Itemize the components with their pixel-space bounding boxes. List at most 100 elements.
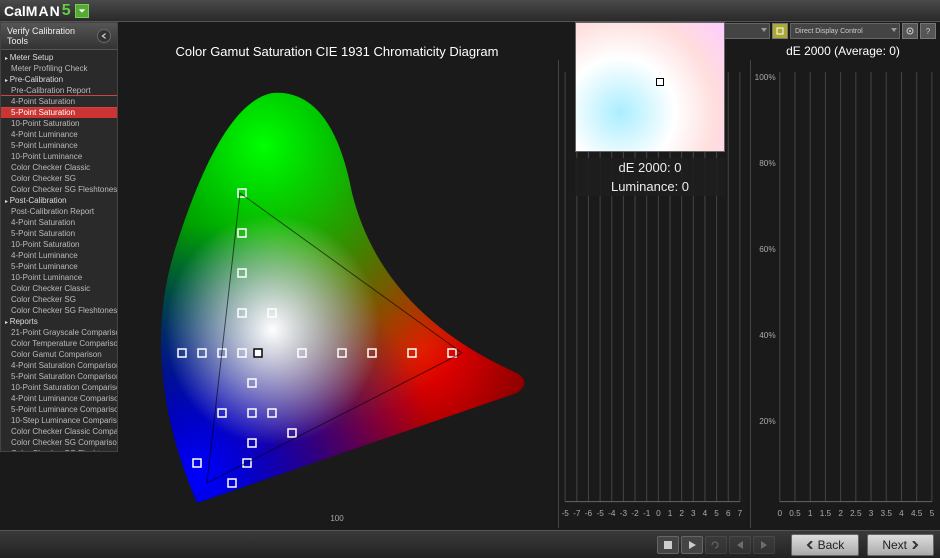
chevron-left-icon — [806, 541, 814, 549]
svg-text:2: 2 — [838, 509, 843, 518]
tree-item[interactable]: 4-Point Luminance — [1, 250, 117, 261]
tree-item[interactable]: Color Gamut Comparison — [1, 349, 117, 360]
tree-item[interactable]: Color Checker SG — [1, 294, 117, 305]
tree-item[interactable]: Color Checker Classic — [1, 162, 117, 173]
logo-suffix: 5 — [62, 2, 71, 20]
svg-text:7: 7 — [738, 509, 743, 518]
tree-item[interactable]: Color Checker SG Comparison — [1, 437, 117, 448]
tree-item[interactable]: 5-Point Luminance — [1, 261, 117, 272]
play-icon[interactable] — [681, 536, 703, 554]
svg-text:-4: -4 — [608, 509, 616, 518]
repeat-icon[interactable] — [705, 536, 727, 554]
tree-item[interactable]: Color Temperature Comparison — [1, 338, 117, 349]
app-logo: CalMAN5 — [4, 2, 71, 20]
svg-text:1: 1 — [808, 509, 813, 518]
tree-item[interactable]: Meter Profiling Check — [1, 63, 117, 74]
de2000-readout: dE 2000: 0 — [575, 158, 725, 177]
brand-bar: CalMAN5 — [0, 0, 940, 22]
svg-text:0.5: 0.5 — [789, 509, 801, 518]
tree-item[interactable]: 4-Point Saturation — [1, 217, 117, 228]
tree-item[interactable]: Post-Calibration Report — [1, 206, 117, 217]
tree-item[interactable]: 10-Point Luminance — [1, 151, 117, 162]
brand-dropdown[interactable] — [75, 4, 89, 18]
svg-text:5: 5 — [714, 509, 719, 518]
tree-item[interactable]: Color Checker SG Fleshtones — [1, 184, 117, 195]
svg-text:-1: -1 — [643, 509, 651, 518]
tree-group[interactable]: Pre-Calibration — [1, 74, 117, 85]
cie-axis-label: 100 — [330, 514, 343, 523]
source-action-icon[interactable] — [772, 23, 788, 39]
tree-item[interactable]: Color Checker Classic Comparison — [1, 426, 117, 437]
collapse-icon[interactable] — [97, 29, 111, 43]
tree-item[interactable]: 4-Point Luminance — [1, 129, 117, 140]
color-swatch — [575, 22, 725, 152]
luminance-readout: Luminance: 0 — [575, 177, 725, 196]
help-icon[interactable]: ? — [920, 23, 936, 39]
tree-item[interactable]: 5-Point Luminance — [1, 140, 117, 151]
tree-item[interactable]: 5-Point Luminance Comparison — [1, 404, 117, 415]
svg-text:0: 0 — [656, 509, 661, 518]
chevron-right-icon — [911, 541, 919, 549]
de2000-panel: dE 2000 (Average: 0) 00.511.522.533.544.… — [750, 42, 936, 528]
svg-text:40%: 40% — [759, 331, 776, 340]
tree-item[interactable]: Pre-Calibration Report — [1, 85, 117, 96]
tree-group[interactable]: Post-Calibration — [1, 195, 117, 206]
color-inset: dE 2000: 0 Luminance: 0 — [575, 22, 725, 196]
svg-text:5: 5 — [930, 509, 935, 518]
svg-text:20%: 20% — [759, 417, 776, 426]
prev-icon[interactable] — [729, 536, 751, 554]
next-label: Next — [882, 538, 907, 552]
cie-panel: Color Gamut Saturation CIE 1931 Chromati… — [122, 42, 552, 528]
back-button[interactable]: Back — [791, 534, 860, 556]
de2000-title: dE 2000 (Average: 0) — [750, 42, 936, 60]
tree-item[interactable]: 10-Point Saturation — [1, 118, 117, 129]
sidebar-title: Verify Calibration Tools — [7, 26, 97, 46]
svg-text:2.5: 2.5 — [850, 509, 862, 518]
tree-item[interactable]: 5-Point Saturation Comparison — [1, 371, 117, 382]
next-button[interactable]: Next — [867, 534, 934, 556]
display-line1: Direct Display Control — [795, 28, 895, 35]
tree-item[interactable]: 5-Point Saturation — [1, 228, 117, 239]
display-dropdown[interactable]: Direct Display Control — [790, 23, 900, 39]
chevron-down-icon — [891, 28, 897, 32]
logo-prefix: Cal — [4, 3, 26, 19]
bottom-bar: Back Next — [0, 530, 940, 558]
tree-item[interactable]: 10-Step Luminance Comparison — [1, 415, 117, 426]
tree-group[interactable]: Reports — [1, 316, 117, 327]
tree-item[interactable]: 10-Point Saturation — [1, 239, 117, 250]
sidebar: Verify Calibration Tools Meter SetupMete… — [0, 22, 118, 452]
tree-item[interactable]: 4-Point Saturation — [1, 96, 117, 107]
svg-text:1: 1 — [668, 509, 673, 518]
svg-text:6: 6 — [726, 509, 731, 518]
svg-text:-5: -5 — [596, 509, 604, 518]
tree-item[interactable]: 10-Point Luminance — [1, 272, 117, 283]
next-icon[interactable] — [753, 536, 775, 554]
chevron-down-icon — [761, 28, 767, 32]
tree-item[interactable]: 5-Point Saturation — [1, 107, 117, 118]
cie-diagram: 100 — [122, 63, 552, 523]
tree-item[interactable]: Color Checker SG Fleshtones — [1, 305, 117, 316]
svg-text:1.5: 1.5 — [820, 509, 832, 518]
tree-item[interactable]: 4-Point Luminance Comparison — [1, 393, 117, 404]
tree-item[interactable]: Color Checker SG — [1, 173, 117, 184]
tree-item[interactable]: 10-Point Saturation Comparison — [1, 382, 117, 393]
stop-icon[interactable] — [657, 536, 679, 554]
tree-item[interactable]: 4-Point Saturation Comparison — [1, 360, 117, 371]
media-controls — [657, 536, 775, 554]
svg-text:4.5: 4.5 — [911, 509, 923, 518]
tree-group[interactable]: Meter Setup — [1, 52, 117, 63]
svg-text:-3: -3 — [620, 509, 628, 518]
svg-text:-7: -7 — [573, 509, 581, 518]
svg-text:3: 3 — [691, 509, 696, 518]
svg-text:-2: -2 — [631, 509, 639, 518]
settings-icon[interactable] — [902, 23, 918, 39]
tree-item[interactable]: Color Checker Classic — [1, 283, 117, 294]
tree-item[interactable]: Color Checker SG Fleshtones — [1, 448, 117, 452]
svg-text:-6: -6 — [585, 509, 593, 518]
cie-title: Color Gamut Saturation CIE 1931 Chromati… — [122, 42, 552, 63]
tree-item[interactable]: 21-Point Grayscale Comparison — [1, 327, 117, 338]
main-content: Color Gamut Saturation CIE 1931 Chromati… — [122, 42, 936, 528]
svg-text:2: 2 — [679, 509, 684, 518]
back-label: Back — [818, 538, 845, 552]
svg-text:0: 0 — [777, 509, 782, 518]
